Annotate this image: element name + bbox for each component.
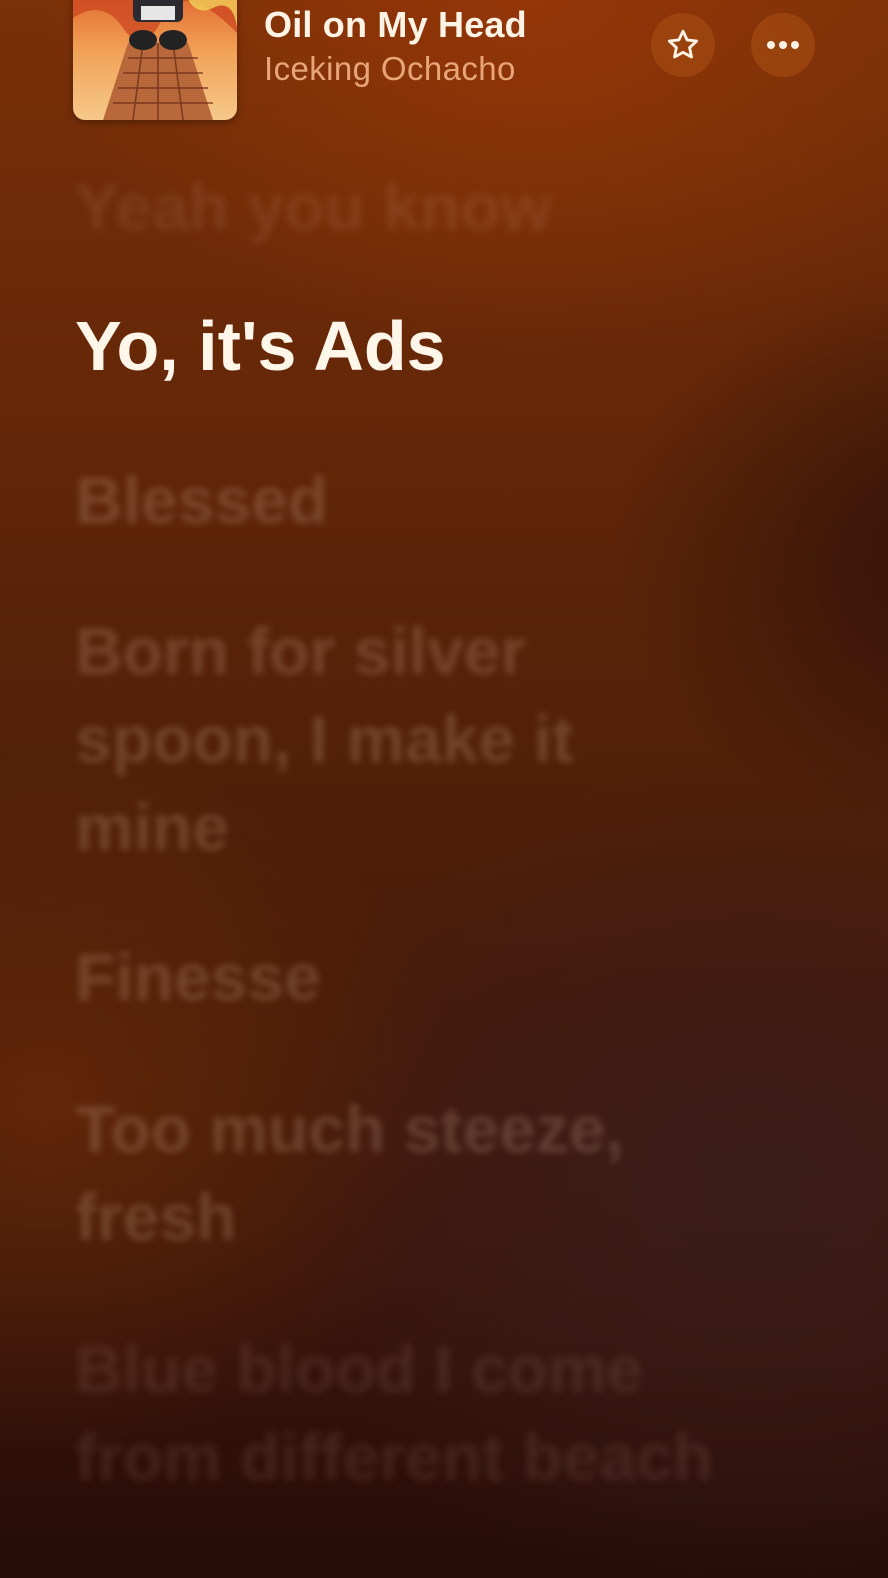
lyric-line[interactable]: Yeah you know: [75, 163, 552, 251]
lyric-line[interactable]: Blessed: [75, 456, 328, 544]
lyric-line-current[interactable]: Yo, it's Ads: [75, 302, 446, 390]
lyric-line[interactable]: fresh: [75, 1173, 236, 1261]
lyric-line[interactable]: Born for silver: [75, 607, 526, 695]
track-title[interactable]: Oil on My Head: [264, 4, 527, 46]
album-artwork[interactable]: [73, 0, 237, 120]
lyrics-screen: Oil on My Head Iceking Ochacho Yeah you …: [0, 0, 888, 1578]
star-icon: [667, 29, 699, 59]
lyric-line[interactable]: Too much steeze,: [75, 1085, 624, 1173]
lyric-line[interactable]: Blue blood I come: [75, 1325, 643, 1413]
now-playing-header: Oil on My Head Iceking Ochacho: [0, 0, 888, 130]
lyric-line[interactable]: from different beach: [75, 1413, 713, 1501]
album-artwork-image: [73, 0, 237, 120]
lyric-line[interactable]: mine: [75, 783, 229, 871]
more-options-button[interactable]: [751, 13, 815, 77]
track-artist[interactable]: Iceking Ochacho: [264, 50, 516, 88]
favorite-button[interactable]: [651, 13, 715, 77]
ellipsis-icon: [767, 41, 799, 49]
lyric-line[interactable]: spoon, I make it: [75, 695, 574, 783]
lyric-line[interactable]: Finesse: [75, 933, 321, 1021]
